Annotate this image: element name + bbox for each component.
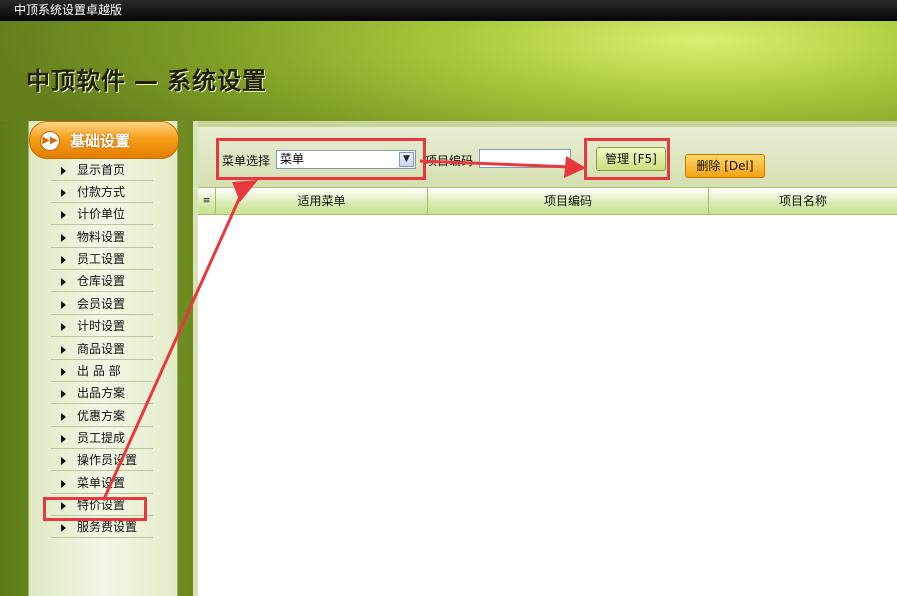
grid-body[interactable] (198, 215, 897, 596)
sidebar-item-timer[interactable]: 计时设置 (51, 317, 153, 337)
sidebar-group-header[interactable]: ▶▶ 基础设置 (29, 121, 179, 159)
triangle-right-icon (61, 480, 66, 488)
triangle-right-icon (61, 278, 66, 286)
item-code-label: 项目编码 (425, 154, 474, 168)
triangle-right-icon (61, 211, 66, 219)
triangle-right-icon (61, 167, 66, 175)
triangle-right-icon (61, 368, 66, 376)
menu-select[interactable]: 菜单 ▼ (276, 150, 416, 169)
triangle-right-icon (61, 502, 66, 510)
sidebar-item-home[interactable]: 显示首页 (51, 161, 153, 181)
sidebar-item-label: 显示首页 (77, 163, 126, 177)
sidebar-item-label: 员工设置 (77, 252, 126, 266)
triangle-right-icon (61, 256, 66, 264)
sidebar-item-service-fee[interactable]: 服务费设置 (51, 518, 153, 538)
sidebar-item-product[interactable]: 商品设置 (51, 340, 153, 360)
grid-header: ≡ 适用菜单 项目编码 项目名称 (198, 187, 897, 215)
main-panel: 菜单选择 菜单 ▼ 项目编码 管理 [F5] 删除 [Del] ≡ 适用菜单 项… (193, 121, 897, 596)
manage-button[interactable]: 管理 [F5] (596, 147, 666, 171)
column-header-item-code[interactable]: 项目编码 (427, 188, 708, 214)
sidebar-item-commission[interactable]: 员工提成 (51, 429, 153, 449)
sidebar-item-employee[interactable]: 员工设置 (51, 250, 153, 270)
sidebar-item-label: 特价设置 (77, 498, 126, 512)
sidebar-item-label: 操作员设置 (77, 453, 138, 467)
app-title: 中顶软件 — 系统设置 (26, 61, 267, 96)
sidebar-item-label: 菜单设置 (77, 476, 126, 490)
triangle-right-icon (61, 390, 66, 398)
double-right-arrow-icon: ▶▶ (40, 131, 60, 151)
triangle-right-icon (61, 413, 66, 421)
menu-select-value: 菜单 (280, 152, 305, 166)
sidebar-item-label: 计价单位 (77, 207, 126, 221)
sidebar-item-label: 仓库设置 (77, 274, 126, 288)
triangle-right-icon (61, 189, 66, 197)
triangle-right-icon (61, 323, 66, 331)
sidebar-item-material[interactable]: 物料设置 (51, 228, 153, 248)
item-code-input[interactable] (479, 149, 571, 168)
column-header-menu[interactable]: 适用菜单 (215, 188, 427, 214)
triangle-right-icon (61, 346, 66, 354)
sidebar-item-discount[interactable]: 优惠方案 (51, 407, 153, 427)
column-header-item-name[interactable]: 项目名称 (708, 188, 897, 214)
row-selector-icon[interactable]: ≡ (198, 188, 215, 214)
brand-name: 中顶软件 (26, 67, 126, 95)
sidebar-item-payment[interactable]: 付款方式 (51, 183, 153, 203)
sidebar-item-label: 出 品 部 (77, 364, 121, 378)
menu-select-label: 菜单选择 (222, 154, 271, 168)
app-header: 中顶软件 — 系统设置 (0, 21, 897, 121)
sidebar-item-label: 物料设置 (77, 230, 126, 244)
sidebar-item-dispatch-dept[interactable]: 出 品 部 (51, 362, 153, 382)
title-dash: — (134, 67, 159, 95)
triangle-right-icon (61, 457, 66, 465)
sidebar-item-unit[interactable]: 计价单位 (51, 205, 153, 225)
sidebar-group-title: 基础设置 (70, 132, 131, 150)
triangle-right-icon (61, 301, 66, 309)
chevron-down-icon[interactable]: ▼ (399, 152, 414, 167)
sidebar-item-label: 出品方案 (77, 386, 126, 400)
sidebar-item-menu[interactable]: 菜单设置 (51, 474, 153, 494)
sidebar-item-special-price[interactable]: 特价设置 (51, 496, 153, 516)
section-name: 系统设置 (167, 67, 267, 95)
triangle-right-icon (61, 234, 66, 242)
sidebar-item-label: 计时设置 (77, 319, 126, 333)
sidebar-item-dispatch-plan[interactable]: 出品方案 (51, 384, 153, 404)
sidebar-item-label: 员工提成 (77, 431, 126, 445)
sidebar-item-label: 会员设置 (77, 297, 126, 311)
sidebar-item-label: 优惠方案 (77, 409, 126, 423)
sidebar-item-label: 服务费设置 (77, 520, 138, 534)
sidebar: ▶▶ 基础设置 显示首页 付款方式 计价单位 物料设置 员工设置 仓库设置 会员… (28, 121, 179, 596)
sidebar-item-warehouse[interactable]: 仓库设置 (51, 272, 153, 292)
triangle-right-icon (61, 524, 66, 532)
sidebar-item-member[interactable]: 会员设置 (51, 295, 153, 315)
sidebar-item-operator[interactable]: 操作员设置 (51, 451, 153, 471)
sidebar-item-label: 付款方式 (77, 185, 126, 199)
toolbar: 菜单选择 菜单 ▼ 项目编码 管理 [F5] 删除 [Del] (198, 121, 897, 187)
window-title: 中顶系统设置卓越版 (14, 3, 123, 17)
delete-button[interactable]: 删除 [Del] (685, 154, 765, 178)
sidebar-item-label: 商品设置 (77, 342, 126, 356)
triangle-right-icon (61, 435, 66, 443)
window-title-bar: 中顶系统设置卓越版 (0, 0, 897, 21)
